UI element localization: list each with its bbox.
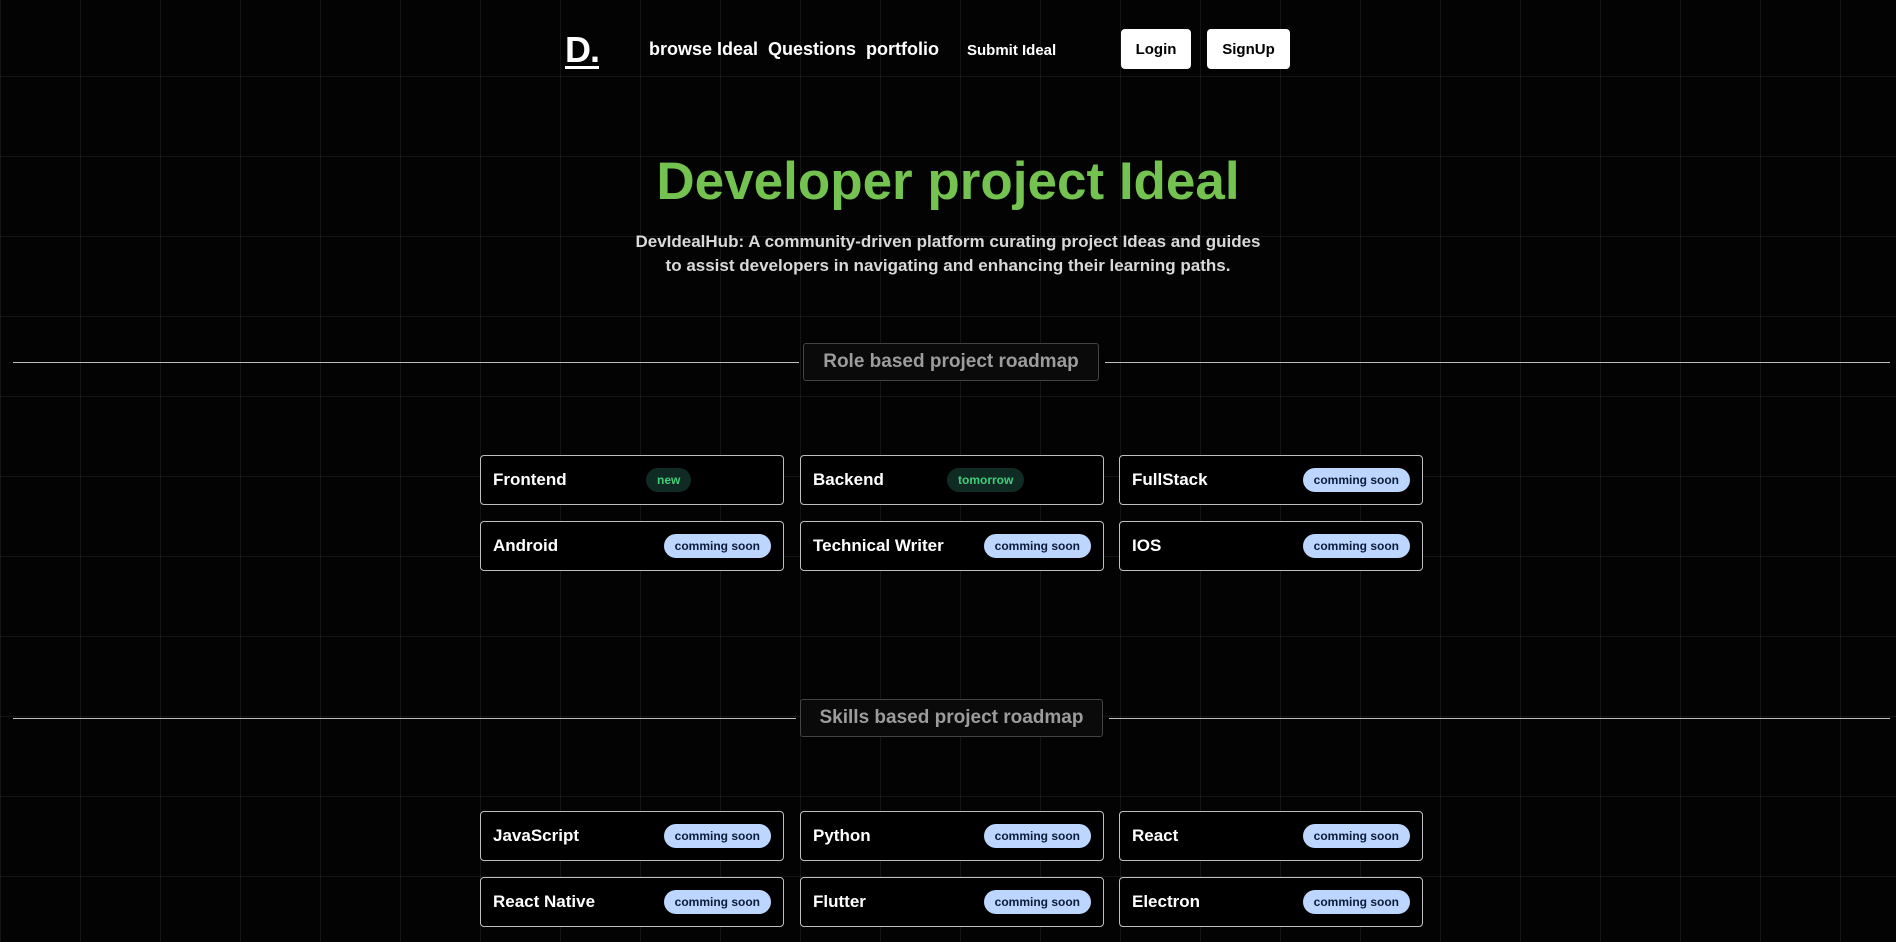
role-card-fullstack[interactable]: FullStack comming soon [1119,455,1423,505]
card-title: Frontend [493,470,567,489]
skill-card-react[interactable]: React comming soon [1119,811,1423,861]
role-section-label: Role based project roadmap [803,343,1099,381]
nav-link-questions[interactable]: Questions [768,38,856,60]
status-badge: comming soon [663,534,771,558]
card-title: Python [813,826,871,845]
nav-link-browse-ideal[interactable]: browse Ideal [649,38,758,60]
login-button[interactable]: Login [1121,29,1191,69]
card-title: JavaScript [493,826,579,845]
nav-link-portfolio[interactable]: portfolio [866,38,939,60]
status-badge: comming soon [983,824,1091,848]
role-card-android[interactable]: Android comming soon [480,521,784,571]
skill-card-electron[interactable]: Electron comming soon [1119,877,1423,927]
card-title: FullStack [1132,470,1208,489]
skill-card-flutter[interactable]: Flutter comming soon [800,877,1104,927]
status-badge: tomorrow [947,468,1025,492]
card-title: React Native [493,892,596,911]
status-badge: new [646,468,692,492]
status-badge: comming soon [1302,824,1410,848]
status-badge: comming soon [983,534,1091,558]
status-badge: comming soon [663,824,771,848]
skill-card-react-native[interactable]: React Native comming soon [480,877,784,927]
role-card-backend[interactable]: Backend tomorrow [800,455,1104,505]
hero-title: Developer project Ideal [656,152,1240,211]
role-card-frontend[interactable]: Frontend new [480,455,784,505]
hero-subtitle: DevIdealHub: A community-driven platform… [598,230,1298,278]
card-title: IOS [1132,536,1162,555]
signup-button[interactable]: SignUp [1207,29,1290,69]
skill-card-javascript[interactable]: JavaScript comming soon [480,811,784,861]
status-badge: comming soon [1302,890,1410,914]
divider-line-left [13,718,796,719]
status-badge: comming soon [983,890,1091,914]
card-title: Android [493,536,559,555]
site-logo[interactable]: D. [565,30,600,70]
role-card-ios[interactable]: IOS comming soon [1119,521,1423,571]
status-badge: comming soon [1302,534,1410,558]
nav-link-submit-ideal[interactable]: Submit Ideal [967,40,1056,62]
divider-line-left [13,362,799,363]
card-title: Backend [813,470,884,489]
card-title: Electron [1132,892,1201,911]
status-badge: comming soon [1302,468,1410,492]
card-title: Flutter [813,892,866,911]
card-title: React [1132,826,1179,845]
divider-line-right [1109,718,1890,719]
status-badge: comming soon [663,890,771,914]
card-title: Technical Writer [813,536,944,555]
divider-line-right [1105,362,1890,363]
hero-subtitle-line-1: DevIdealHub: A community-driven platform… [635,232,1261,251]
hero-subtitle-line-2: to assist developers in navigating and e… [665,256,1231,275]
role-card-technical-writer[interactable]: Technical Writer comming soon [800,521,1104,571]
skills-section-label: Skills based project roadmap [800,699,1103,737]
skill-card-python[interactable]: Python comming soon [800,811,1104,861]
